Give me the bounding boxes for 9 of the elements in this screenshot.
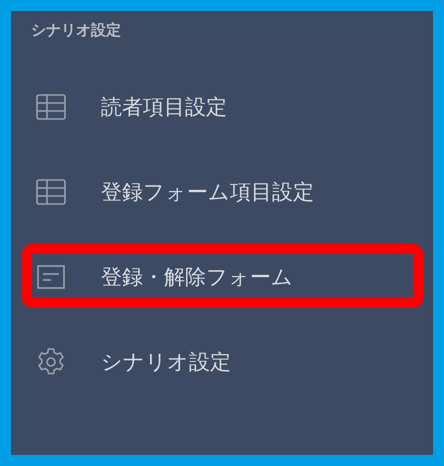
menu-item[interactable]: 登録・解除フォーム xyxy=(11,234,433,319)
menu-item[interactable]: 読者項目設定 xyxy=(11,64,433,149)
menu-item-label: 登録フォーム項目設定 xyxy=(101,178,314,206)
menu-item[interactable]: シナリオ設定 xyxy=(11,319,433,404)
section-heading: シナリオ設定 xyxy=(31,20,122,41)
menu-item[interactable]: 登録フォーム項目設定 xyxy=(11,149,433,234)
menu-item-label: 登録・解除フォーム xyxy=(101,264,293,290)
menu-item-label: シナリオ設定 xyxy=(101,348,231,376)
menu-item-label: 読者項目設定 xyxy=(101,94,227,120)
